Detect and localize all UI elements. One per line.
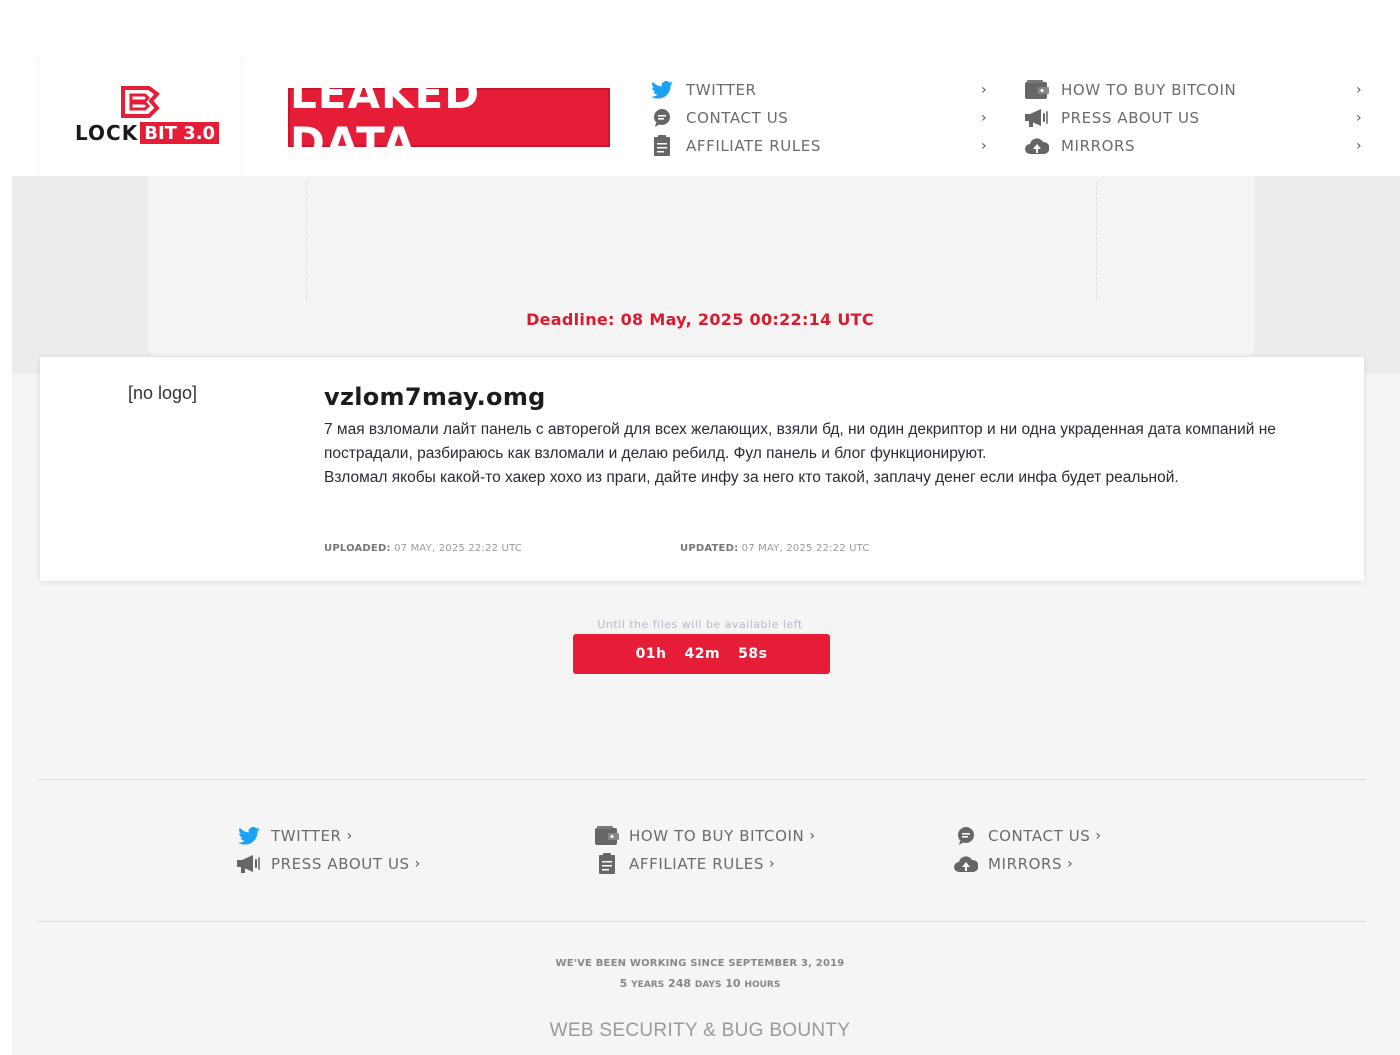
logo-wordmark: LOCK BIT 3.0 [75,121,220,145]
footer-press-about-us[interactable]: PRESS ABOUT US › [237,852,421,876]
chevron-right-icon: › [346,828,353,844]
uploaded-value: 07 MAY, 2025 22:22 UTC [394,543,522,554]
hero-divider-left [306,182,307,300]
working-since-text: WE'VE BEEN WORKING SINCE SEPTEMBER 3, 20… [555,958,845,969]
nav-how-to-buy-bitcoin-label: HOW TO BUY BITCOIN [1061,81,1237,99]
lockbit-logo-icon [121,86,160,118]
updated-value: 07 MAY, 2025 22:22 UTC [741,543,870,554]
post-logo-placeholder: [no logo] [128,383,198,403]
duration-hours: 10 [725,977,741,990]
leaked-data-banner: LEAKED DATA [288,69,610,167]
footer-how-to-buy-bitcoin[interactable]: HOW TO BUY BITCOIN › [595,824,816,848]
chevron-right-icon: › [981,82,987,98]
countdown-hours: 01h [635,646,667,662]
logo-word: LOCK [75,121,139,145]
chevron-right-icon: › [981,138,987,154]
duration-days-label: DAYS [694,980,722,990]
countdown-minutes: 42m [684,646,721,662]
logo-link[interactable]: LOCK BIT 3.0 [38,58,242,176]
footer-how-to-buy-bitcoin-label: HOW TO BUY BITCOIN [629,827,805,845]
footer-mirrors[interactable]: MIRRORS › [954,852,1073,876]
hero-panel [148,176,1254,356]
uploaded-label: UPLOADED: [324,543,391,554]
document-icon [595,852,619,876]
post-card: [no logo] vzlom7may.omg 7 мая взломали л… [40,357,1364,581]
chevron-right-icon: › [1067,856,1074,872]
nav-press-about-us[interactable]: PRESS ABOUT US [1025,106,1200,130]
nav-mirrors[interactable]: MIRRORS [1025,134,1135,158]
footer-twitter-label: TWITTER [271,827,342,845]
countdown-timer: 01h 42m 58s [573,634,830,674]
nav-contact-us-label: CONTACT US [686,109,789,127]
uploaded-meta: UPLOADED: 07 MAY, 2025 22:22 UTC [324,543,522,554]
nav-how-to-buy-bitcoin[interactable]: HOW TO BUY BITCOIN [1025,78,1236,102]
nav-twitter[interactable]: TWITTER [650,78,757,102]
wallet-icon [1025,78,1049,102]
post-title: vzlom7may.omg [324,383,546,411]
updated-meta: UPDATED: 07 MAY, 2025 22:22 UTC [680,543,870,554]
footer-twitter[interactable]: TWITTER › [237,824,353,848]
footer-tagline-link[interactable]: WEB SECURITY & BUG BOUNTY [0,1020,1400,1042]
cloud-upload-icon [1025,134,1049,158]
chat-icon [650,106,674,130]
duration-days: 248 [668,977,692,990]
duration-years-label: YEARS [631,980,665,990]
footer-affiliate-rules-label: AFFILIATE RULES [629,855,764,873]
duration-hours-label: HOURS [744,980,781,990]
footer-divider-bottom [38,921,1366,922]
countdown-caption: Until the files will be available left [597,618,803,631]
footer-mirrors-label: MIRRORS [988,855,1063,873]
chevron-right-icon: › [981,110,987,126]
wallet-icon [595,824,619,848]
twitter-icon [237,824,261,848]
footer-contact-us[interactable]: CONTACT US › [954,824,1102,848]
duration-years: 5 [619,977,628,990]
nav-affiliate-rules[interactable]: AFFILIATE RULES [650,134,821,158]
cloud-upload-icon [954,852,978,876]
countdown-seconds: 58s [738,646,768,662]
chevron-right-icon: › [768,856,776,872]
chevron-right-icon: › [1356,138,1362,154]
chevron-right-icon: › [1095,828,1102,844]
nav-contact-us[interactable]: CONTACT US [650,106,788,130]
footer-affiliate-rules[interactable]: AFFILIATE RULES › [595,852,775,876]
chevron-right-icon: › [809,828,816,844]
working-duration: 5 YEARS 248 DAYS 10 HOURS [0,977,1400,990]
post-description-line: Взломал якобы какой-то хакер хохо из пра… [324,469,1179,486]
nav-press-about-us-label: PRESS ABOUT US [1061,109,1200,127]
chevron-right-icon: › [1356,82,1362,98]
footer-divider-top [38,779,1366,780]
chevron-right-icon: › [1356,110,1362,126]
document-icon [650,134,674,158]
twitter-icon [650,78,674,102]
post-description-line: 7 мая взломали лайт панель с авторегой д… [324,421,1276,462]
nav-affiliate-rules-label: AFFILIATE RULES [686,137,821,155]
nav-mirrors-label: MIRRORS [1061,137,1136,155]
updated-label: UPDATED: [680,543,739,554]
chevron-right-icon: › [414,856,421,872]
post-description: 7 мая взломали лайт панель с авторегой д… [324,418,1344,490]
megaphone-icon [237,852,261,876]
chat-icon [954,824,978,848]
footer-contact-us-label: CONTACT US [988,827,1091,845]
deadline-text: Deadline: 08 May, 2025 00:22:14 UTC [526,310,874,329]
nav-twitter-label: TWITTER [686,81,757,99]
footer-press-about-us-label: PRESS ABOUT US [271,855,410,873]
logo-badge: BIT 3.0 [140,122,220,144]
megaphone-icon [1025,106,1049,130]
hero-divider-right [1096,182,1097,300]
